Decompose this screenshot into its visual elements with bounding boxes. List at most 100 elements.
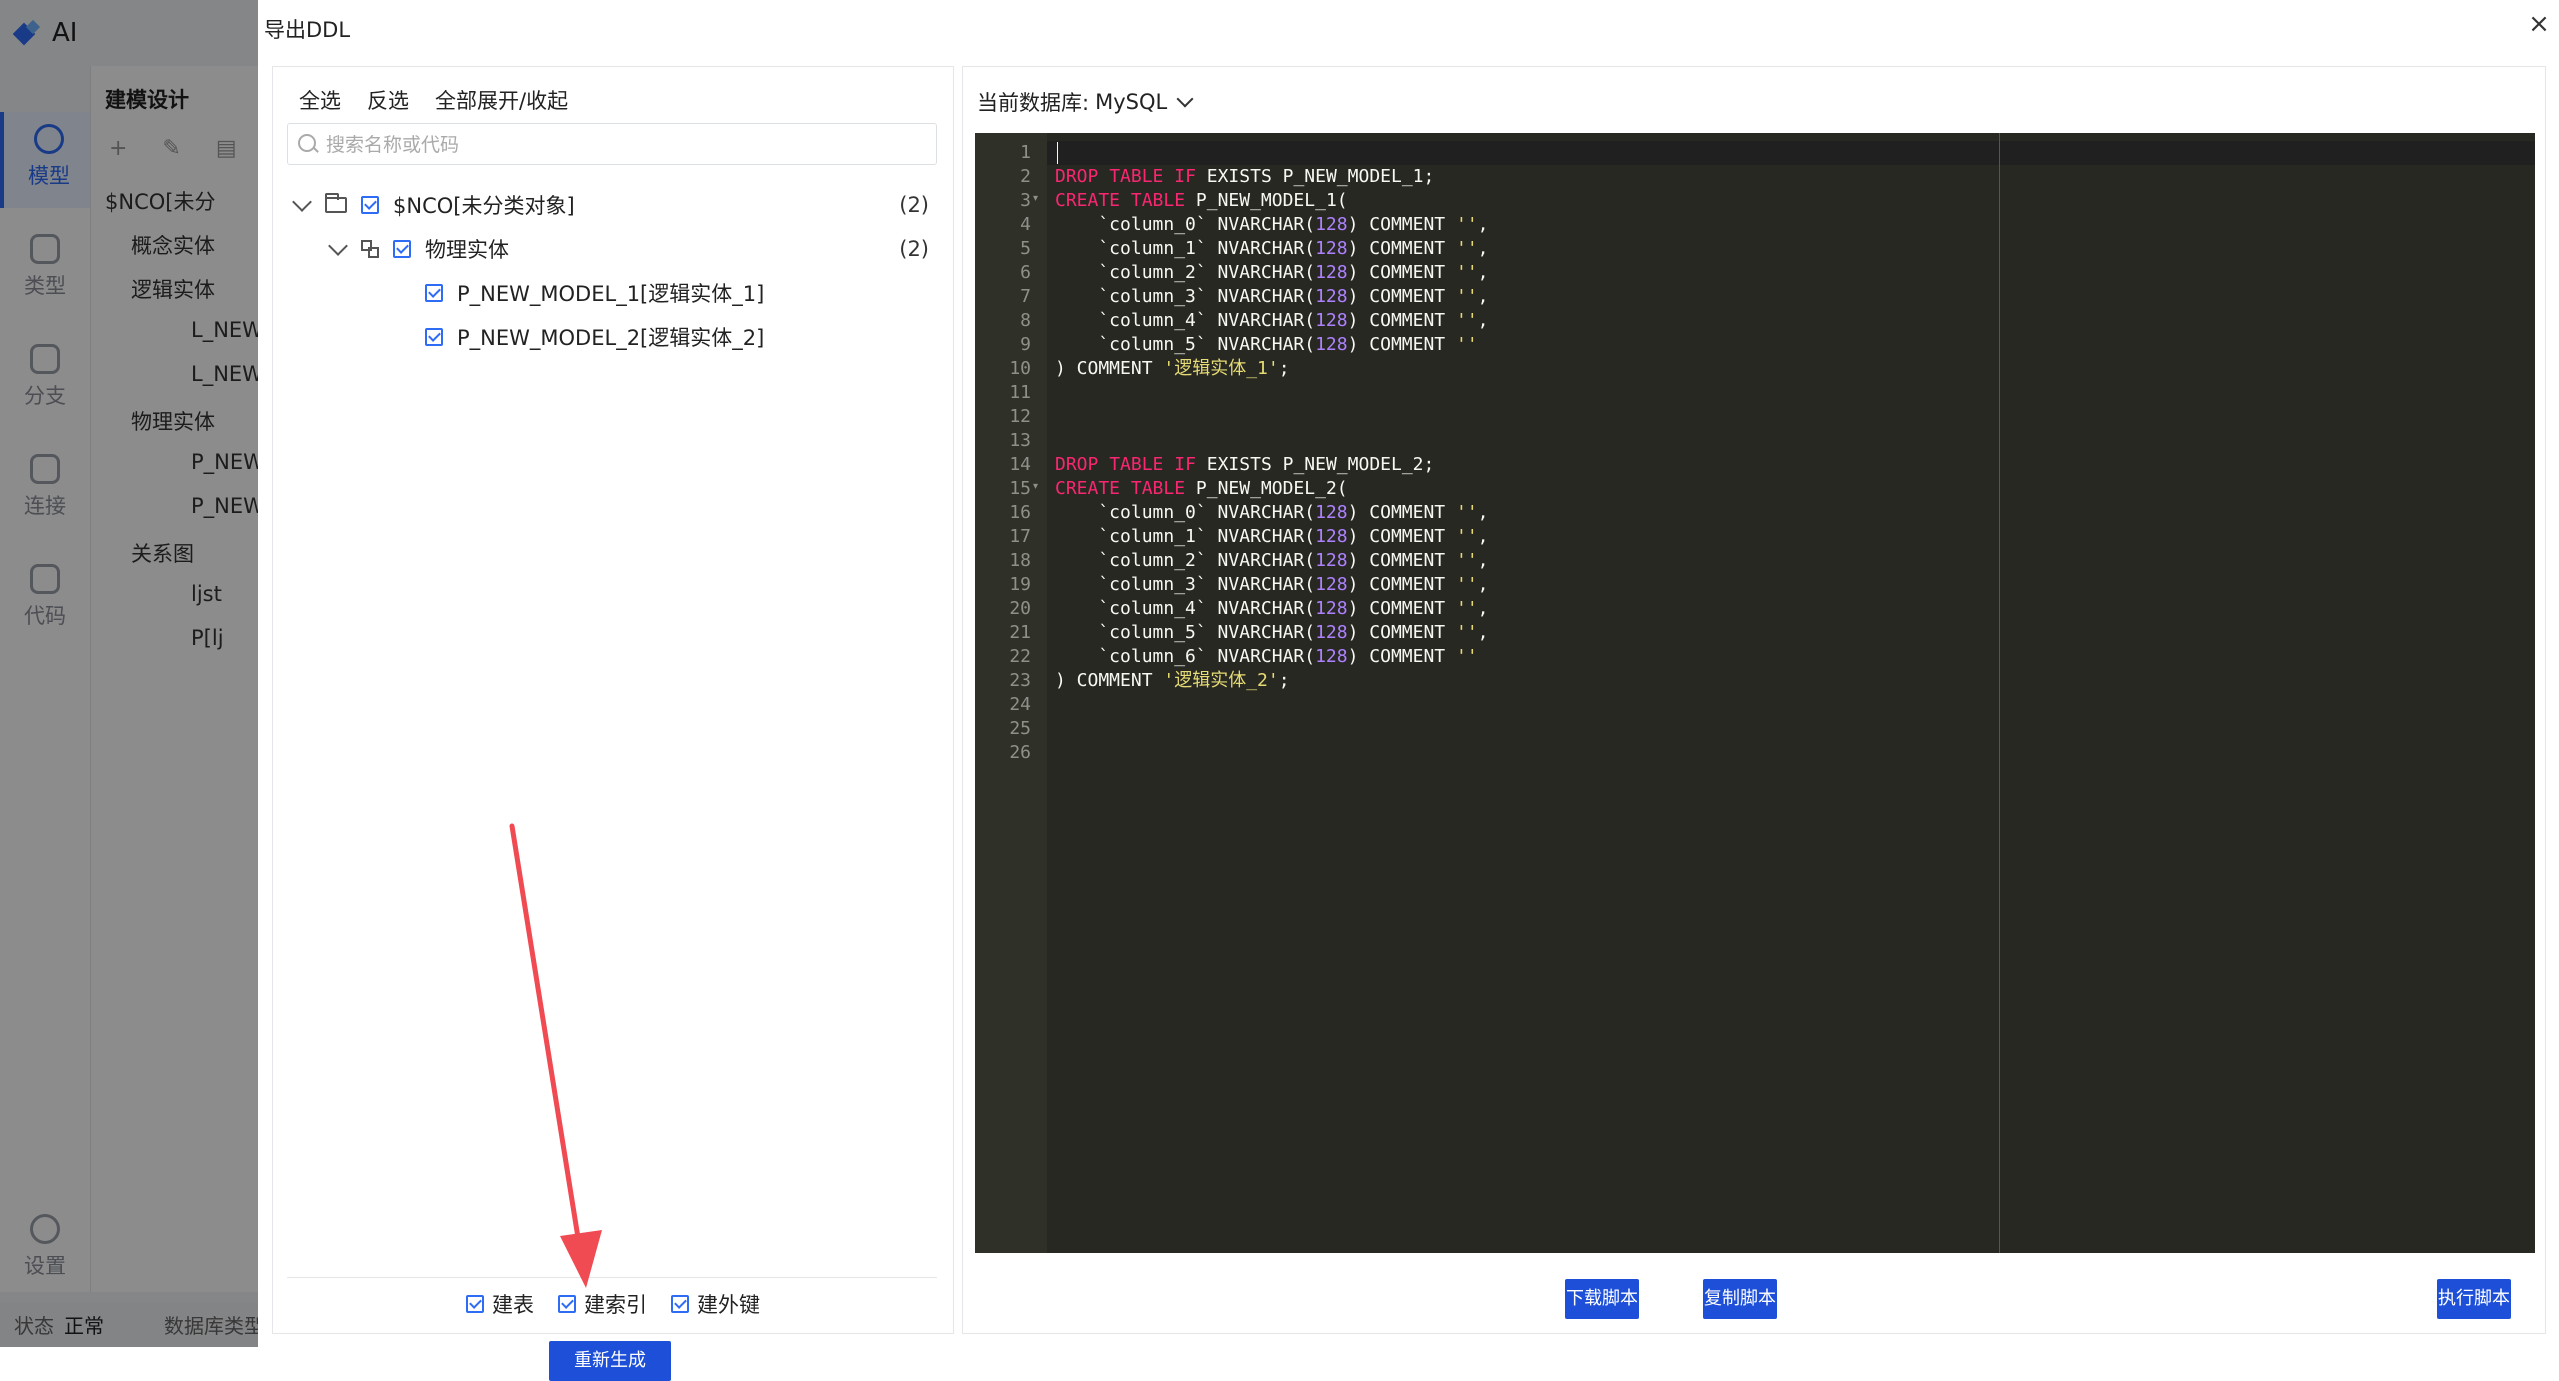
option-label: 建外键 [697, 1293, 760, 1317]
line-number: 7 [1020, 286, 1031, 307]
line-number: 21 [1009, 622, 1031, 643]
code-line: `column_5` NVARCHAR(128) COMMENT '', [1055, 622, 1489, 643]
line-number: 4 [1020, 214, 1031, 235]
code-line: `column_4` NVARCHAR(128) COMMENT '', [1055, 598, 1489, 619]
line-number: 19 [1009, 574, 1031, 595]
search-input[interactable] [324, 124, 928, 166]
close-icon[interactable]: × [2525, 10, 2553, 38]
code-line: ) COMMENT '逻辑实体_1'; [1055, 358, 1290, 379]
db-label: 当前数据库: [977, 91, 1090, 115]
line-number: 8 [1020, 310, 1031, 331]
code-line: DROP TABLE IF EXISTS P_NEW_MODEL_2; [1055, 454, 1435, 475]
invert-selection-button[interactable]: 反选 [367, 85, 409, 115]
physical-entity-icon [361, 240, 379, 258]
code-line: CREATE TABLE P_NEW_MODEL_1( [1055, 190, 1348, 211]
code-line: `column_3` NVARCHAR(128) COMMENT '', [1055, 574, 1489, 595]
line-number: 12 [1009, 406, 1031, 427]
tree-item-row[interactable]: P_NEW_MODEL_2[逻辑实体_2] [425, 317, 764, 357]
code-line: `column_3` NVARCHAR(128) COMMENT '', [1055, 286, 1489, 307]
print-margin [1999, 133, 2000, 1253]
code-line: CREATE TABLE P_NEW_MODEL_2( [1055, 478, 1348, 499]
line-number: 13 [1009, 430, 1031, 451]
chevron-down-icon[interactable] [328, 236, 348, 256]
selection-actions: 全选 反选 全部展开/收起 [299, 85, 594, 115]
line-number: 2 [1020, 166, 1031, 187]
regenerate-button[interactable]: 重新生成 [549, 1341, 671, 1381]
tree-group-count: (2) [899, 237, 929, 261]
db-value: MySQL [1095, 90, 1168, 114]
tree-item-checkbox[interactable] [425, 284, 443, 302]
tree-root-count: (2) [899, 193, 929, 217]
tree-group-label: 物理实体 [425, 238, 509, 262]
fold-toggle-icon[interactable]: ▾ [1033, 193, 1038, 204]
dialog-title: 导出DDL [264, 18, 351, 42]
create-fk-checkbox[interactable] [671, 1295, 689, 1313]
code-line: `column_0` NVARCHAR(128) COMMENT '', [1055, 214, 1489, 235]
line-number: 3 [1020, 190, 1031, 211]
line-number: 6 [1020, 262, 1031, 283]
code-line: `column_1` NVARCHAR(128) COMMENT '', [1055, 526, 1489, 547]
ddl-options: 建表 建索引 建外键 [273, 1289, 953, 1319]
object-selector-pane: 全选 反选 全部展开/收起 $NCO[未分类对象] (2) 物理实体 (2) P… [272, 66, 954, 1381]
tree-item-label: P_NEW_MODEL_1[逻辑实体_1] [457, 282, 765, 306]
code-line: DROP TABLE IF EXISTS P_NEW_MODEL_1; [1055, 166, 1435, 187]
option-label: 建索引 [584, 1293, 647, 1317]
code-line: ) COMMENT '逻辑实体_2'; [1055, 670, 1290, 691]
line-number: 9 [1020, 334, 1031, 355]
line-number: 20 [1009, 598, 1031, 619]
create-table-option[interactable]: 建表 [466, 1289, 534, 1319]
line-number: 14 [1009, 454, 1031, 475]
create-fk-option[interactable]: 建外键 [671, 1289, 760, 1319]
expand-collapse-button[interactable]: 全部展开/收起 [435, 85, 568, 115]
line-number: 11 [1009, 382, 1031, 403]
line-number: 23 [1009, 670, 1031, 691]
tree-group-row[interactable]: 物理实体 (2) [328, 229, 929, 269]
line-number: 5 [1020, 238, 1031, 259]
export-ddl-dialog: 导出DDL × 全选 反选 全部展开/收起 $NCO[未分类对象] (2) 物理… [258, 0, 2559, 1381]
create-table-checkbox[interactable] [466, 1295, 484, 1313]
code-line: `column_4` NVARCHAR(128) COMMENT '', [1055, 310, 1489, 331]
code-line: `column_2` NVARCHAR(128) COMMENT '', [1055, 262, 1489, 283]
line-number: 18 [1009, 550, 1031, 571]
line-number: 1 [1020, 142, 1031, 163]
line-number: 24 [1009, 694, 1031, 715]
line-number: 25 [1009, 718, 1031, 739]
text-cursor [1057, 142, 1058, 164]
modal-overlay [0, 0, 260, 1347]
search-box [287, 123, 937, 166]
line-number: 17 [1009, 526, 1031, 547]
tree-item-row[interactable]: P_NEW_MODEL_1[逻辑实体_1] [425, 273, 764, 313]
chevron-down-icon [1176, 90, 1194, 108]
code-line: `column_6` NVARCHAR(128) COMMENT '' [1055, 646, 1478, 667]
line-number: 15 [1009, 478, 1031, 499]
search-icon [298, 134, 316, 152]
chevron-down-icon[interactable] [292, 192, 312, 212]
tree-item-label: P_NEW_MODEL_2[逻辑实体_2] [457, 326, 765, 350]
ddl-preview-pane: 当前数据库: MySQL 1 2 3 ▾ 4 5 6 7 8 9 10 11 12 13 14 15 ▾ 16 17… [962, 66, 2546, 1334]
create-index-checkbox[interactable] [558, 1295, 576, 1313]
create-index-option[interactable]: 建索引 [558, 1289, 647, 1319]
divider [287, 1277, 937, 1278]
copy-script-button[interactable]: 复制脚本 [1703, 1279, 1777, 1319]
code-line: `column_0` NVARCHAR(128) COMMENT '', [1055, 502, 1489, 523]
active-line-highlight [1047, 141, 2535, 165]
select-all-button[interactable]: 全选 [299, 85, 341, 115]
tree-group-checkbox[interactable] [393, 240, 411, 258]
line-number-gutter: 1 2 3 ▾ 4 5 6 7 8 9 10 11 12 13 14 15 ▾ 16 17 18 19 20 21 22 23 2… [975, 133, 1047, 1253]
fold-toggle-icon[interactable]: ▾ [1033, 481, 1038, 492]
code-editor[interactable]: 1 2 3 ▾ 4 5 6 7 8 9 10 11 12 13 14 15 ▾ 16 17 18 19 20 21 22 23 2… [975, 133, 2535, 1253]
code-line: `column_1` NVARCHAR(128) COMMENT '', [1055, 238, 1489, 259]
execute-script-button[interactable]: 执行脚本 [2437, 1279, 2511, 1319]
db-dropdown[interactable]: MySQL [1095, 90, 1194, 114]
line-number: 22 [1009, 646, 1031, 667]
code-line: `column_5` NVARCHAR(128) COMMENT '' [1055, 334, 1478, 355]
database-selector: 当前数据库: MySQL [977, 87, 1194, 117]
tree-root-checkbox[interactable] [361, 196, 379, 214]
tree-item-checkbox[interactable] [425, 328, 443, 346]
line-number: 26 [1009, 742, 1031, 763]
option-label: 建表 [492, 1293, 534, 1317]
tree-root-label: $NCO[未分类对象] [393, 194, 575, 218]
code-line: `column_2` NVARCHAR(128) COMMENT '', [1055, 550, 1489, 571]
download-script-button[interactable]: 下载脚本 [1565, 1279, 1639, 1319]
tree-root-row[interactable]: $NCO[未分类对象] (2) [292, 185, 929, 225]
